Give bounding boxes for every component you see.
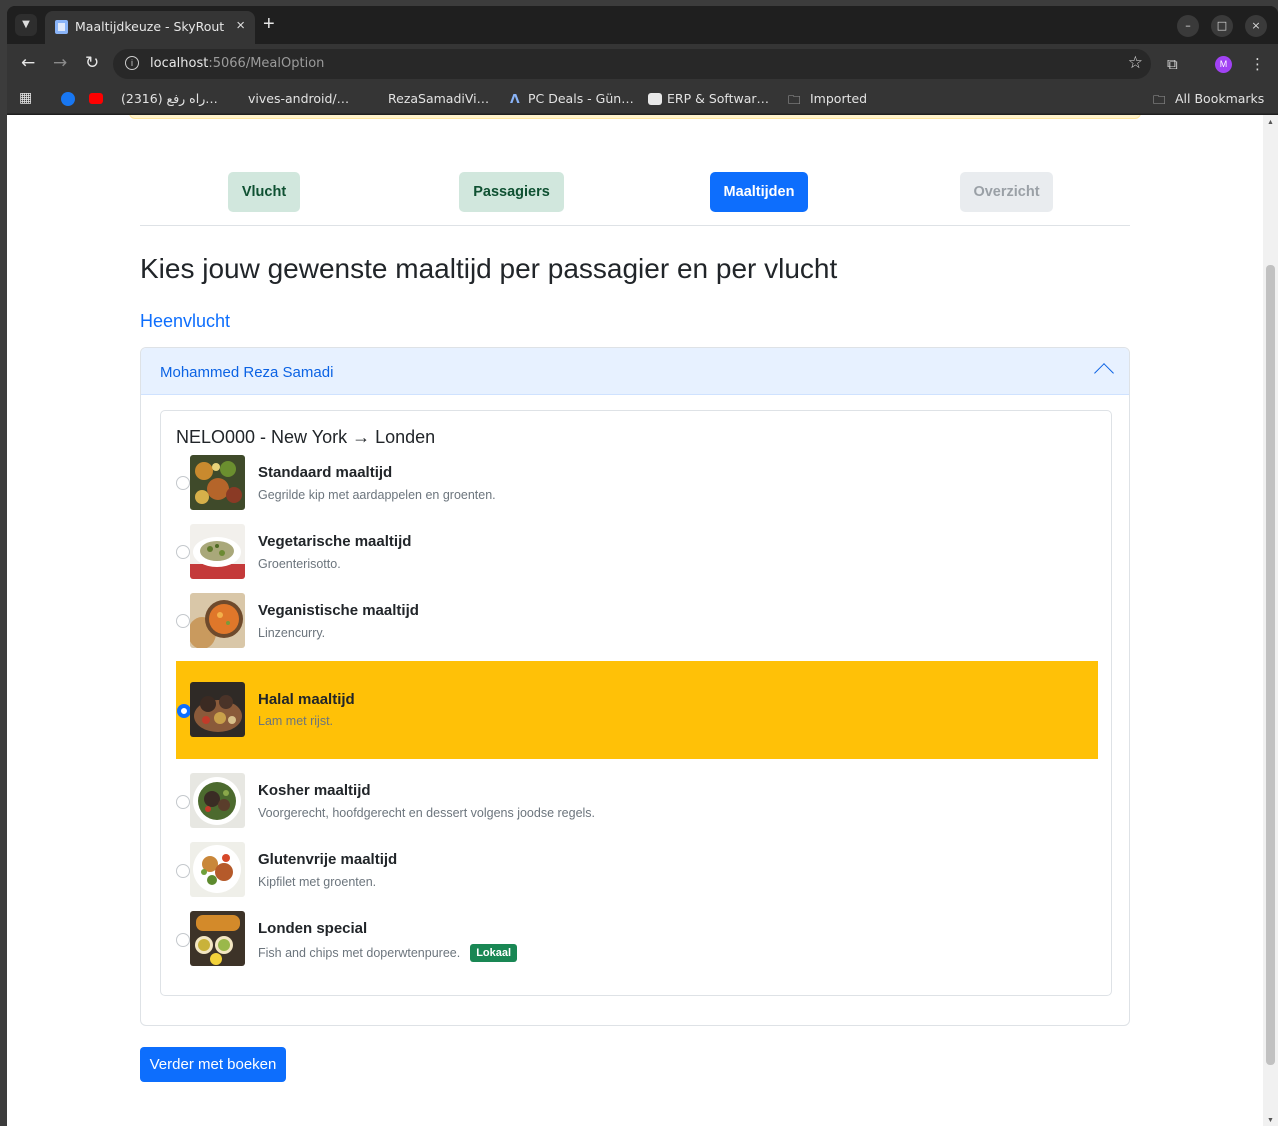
outbound-flight-heading: Heenvlucht bbox=[140, 311, 231, 331]
continue-booking-button[interactable]: Verder met boeken bbox=[140, 1047, 286, 1082]
meal-description: Lam met rijst. bbox=[258, 714, 334, 728]
bookmark-item[interactable]: PC Deals - Gün… bbox=[528, 91, 634, 106]
meal-radio[interactable] bbox=[176, 614, 190, 628]
page-viewport: Vlucht Passagiers Maaltijden Overzicht K… bbox=[7, 115, 1263, 1126]
maximize-button[interactable]: □ bbox=[1211, 15, 1233, 37]
step-vlucht[interactable]: Vlucht bbox=[228, 172, 300, 212]
reload-icon[interactable]: ↻ bbox=[85, 53, 99, 73]
bookmark-folder-imported[interactable]: Imported bbox=[810, 91, 867, 106]
meal-option[interactable]: Londen special Fish and chips met doperw… bbox=[176, 909, 1098, 971]
scrollbar-thumb[interactable] bbox=[1266, 265, 1275, 1065]
lentil-curry-image bbox=[190, 593, 245, 648]
accordion-header[interactable]: Mohammed Reza Samadi bbox=[141, 348, 1129, 395]
chevron-up-icon[interactable] bbox=[1094, 363, 1114, 383]
deals-icon: Λ bbox=[510, 91, 520, 106]
url-text[interactable]: localhost:5066/MealOption bbox=[150, 56, 324, 71]
meal-description: Fish and chips met doperwtenpuree. Lokaal bbox=[258, 944, 518, 962]
meal-name: Glutenvrije maaltijd bbox=[258, 851, 398, 868]
youtube-icon[interactable] bbox=[89, 93, 103, 104]
tab-search-button[interactable]: ▼ bbox=[15, 14, 37, 36]
facebook-icon[interactable] bbox=[61, 92, 75, 106]
meal-option[interactable]: Veganistische maaltijd Linzencurry. bbox=[176, 591, 1098, 653]
tab-bar: ▼ Maaltijdkeuze - SkyRoute × + – □ × bbox=[7, 6, 1278, 44]
meal-radio[interactable] bbox=[176, 545, 190, 559]
apps-grid-icon[interactable]: ▦ bbox=[19, 90, 32, 106]
meal-name: Londen special bbox=[258, 920, 368, 937]
meal-name: Kosher maaltijd bbox=[258, 782, 371, 799]
risotto-image bbox=[190, 524, 245, 579]
meal-radio-checked[interactable] bbox=[177, 704, 191, 718]
tab-close-icon[interactable]: × bbox=[236, 17, 245, 34]
meal-description: Gegrilde kip met aardappelen en groenten… bbox=[258, 488, 496, 502]
page-title: Kies jouw gewenste maaltijd per passagie… bbox=[140, 253, 838, 284]
meal-radio[interactable] bbox=[176, 476, 190, 490]
forward-arrow-icon[interactable]: → bbox=[53, 53, 67, 73]
step-overzicht: Overzicht bbox=[960, 172, 1053, 212]
page-scrollbar[interactable]: ▲ ▼ bbox=[1263, 115, 1278, 1126]
passenger-name: Mohammed Reza Samadi bbox=[160, 364, 334, 381]
extensions-icon[interactable]: ⧉ bbox=[1167, 55, 1178, 73]
kosher-salad-image bbox=[190, 773, 245, 828]
minimize-button[interactable]: – bbox=[1177, 15, 1199, 37]
booking-steps: Vlucht Passagiers Maaltijden Overzicht bbox=[140, 165, 1130, 226]
meal-name: Halal maaltijd bbox=[258, 691, 355, 708]
close-window-button[interactable]: × bbox=[1245, 15, 1267, 37]
bookmark-star-icon[interactable]: ☆ bbox=[1128, 53, 1143, 73]
all-bookmarks-folder[interactable]: All Bookmarks bbox=[1175, 91, 1264, 106]
meal-description: Linzencurry. bbox=[258, 626, 326, 640]
bookmark-item[interactable]: ERP & Softwar… bbox=[667, 91, 769, 106]
meal-radio[interactable] bbox=[176, 795, 190, 809]
local-badge: Lokaal bbox=[470, 944, 518, 962]
meal-description: Groenterisotto. bbox=[258, 557, 341, 571]
browser-toolbar: ← → ↻ i localhost:5066/MealOption ☆ ⧉ M … bbox=[7, 44, 1278, 84]
meal-option[interactable]: Vegetarische maaltijd Groenterisotto. bbox=[176, 522, 1098, 584]
meal-name: Vegetarische maaltijd bbox=[258, 533, 412, 550]
scroll-down-icon[interactable]: ▼ bbox=[1267, 1117, 1274, 1124]
meal-option-selected[interactable]: Halal maaltijd Lam met rijst. bbox=[176, 661, 1098, 759]
meal-name: Veganistische maaltijd bbox=[258, 602, 419, 619]
fish-chips-image bbox=[190, 911, 245, 966]
profile-avatar[interactable]: M bbox=[1215, 56, 1232, 73]
folder-icon: 🗀 bbox=[1153, 92, 1166, 107]
flight-meal-card: NELO000 - New York → Londen Standaard ma… bbox=[160, 410, 1112, 996]
chicken-veg-image bbox=[190, 842, 245, 897]
meal-radio[interactable] bbox=[176, 933, 190, 947]
scroll-up-icon[interactable]: ▲ bbox=[1267, 119, 1274, 126]
meal-option[interactable]: Standaard maaltijd Gegrilde kip met aard… bbox=[176, 453, 1098, 515]
address-bar[interactable]: i localhost:5066/MealOption ☆ bbox=[113, 49, 1151, 79]
alert-banner bbox=[129, 115, 1141, 119]
bookmark-item[interactable]: RezaSamadiVi… bbox=[388, 91, 489, 106]
meal-option[interactable]: Glutenvrije maaltijd Kipfilet met groent… bbox=[176, 840, 1098, 902]
step-maaltijden[interactable]: Maaltijden bbox=[710, 172, 808, 212]
step-passagiers[interactable]: Passagiers bbox=[459, 172, 564, 212]
site-info-icon[interactable]: i bbox=[125, 56, 139, 70]
more-menu-icon[interactable]: ⋮ bbox=[1250, 55, 1265, 73]
page-favicon-icon bbox=[55, 20, 68, 34]
bookmark-item[interactable]: (2316) راه رفع… bbox=[121, 91, 218, 106]
meal-description: Kipfilet met groenten. bbox=[258, 875, 377, 889]
lamb-rice-image bbox=[190, 682, 245, 737]
flight-title: NELO000 - New York → Londen bbox=[176, 427, 436, 447]
browser-window: ▼ Maaltijdkeuze - SkyRoute × + – □ × ← →… bbox=[7, 6, 1278, 1126]
active-tab[interactable]: Maaltijdkeuze - SkyRoute × bbox=[45, 11, 255, 44]
tab-title: Maaltijdkeuze - SkyRoute bbox=[75, 19, 225, 34]
new-tab-button[interactable]: + bbox=[263, 14, 275, 34]
meal-name: Standaard maaltijd bbox=[258, 464, 393, 481]
meal-option[interactable]: Kosher maaltijd Voorgerecht, hoofdgerech… bbox=[176, 771, 1098, 833]
meal-description: Voorgerecht, hoofdgerecht en dessert vol… bbox=[258, 806, 596, 820]
erp-icon bbox=[648, 93, 662, 105]
passenger-accordion: Mohammed Reza Samadi NELO000 - New York … bbox=[140, 347, 1130, 1026]
meal-radio[interactable] bbox=[176, 864, 190, 878]
back-arrow-icon[interactable]: ← bbox=[21, 53, 35, 73]
bookmark-item[interactable]: vives-android/… bbox=[248, 91, 349, 106]
bookmarks-bar: ▦ (2316) راه رفع… vives-android/… RezaSa… bbox=[7, 84, 1278, 114]
grilled-chicken-image bbox=[190, 455, 245, 510]
folder-icon: 🗀 bbox=[788, 92, 801, 107]
